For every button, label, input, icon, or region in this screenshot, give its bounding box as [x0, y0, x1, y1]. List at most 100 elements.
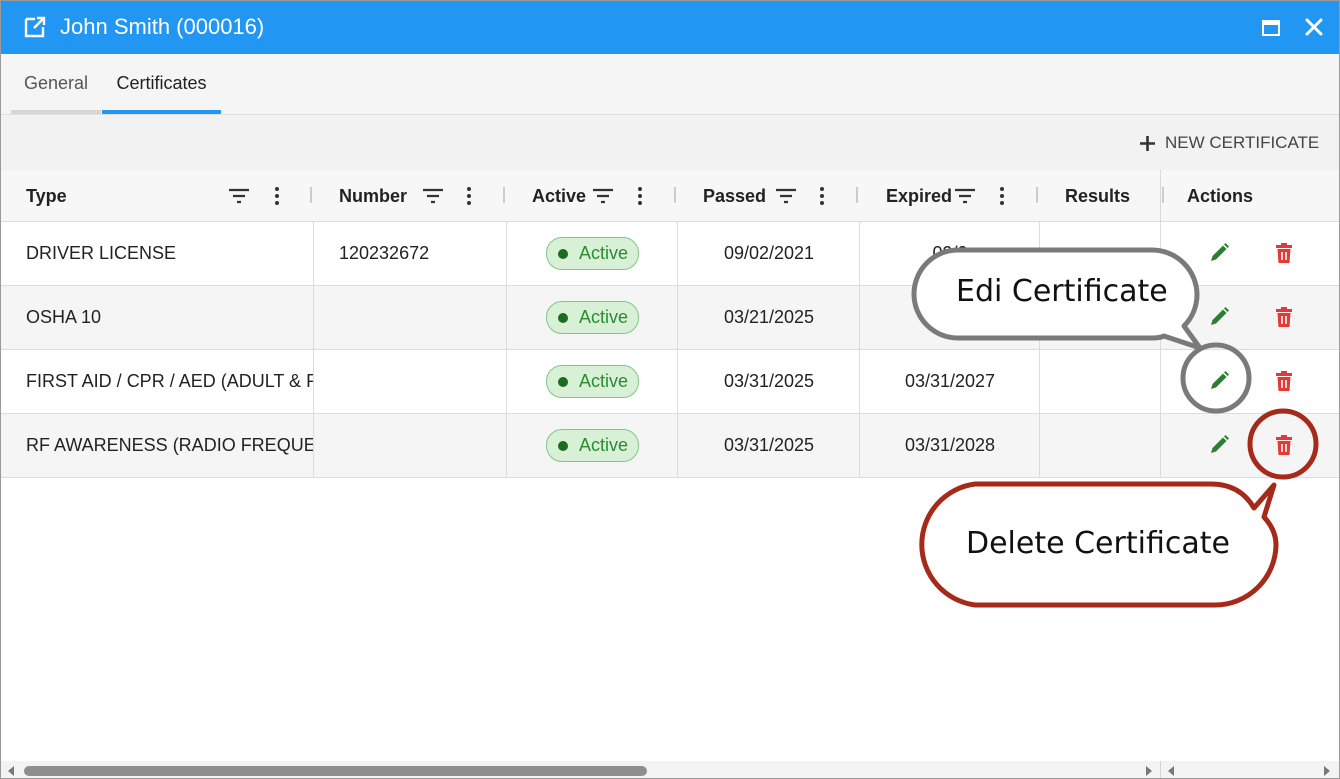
- scroll-left-icon[interactable]: [7, 766, 15, 776]
- new-certificate-button[interactable]: NEW CERTIFICATE: [1139, 131, 1319, 155]
- cell-type: RF AWARENESS (RADIO FREQUENC: [26, 435, 313, 455]
- cell-divider: [1160, 414, 1161, 477]
- column-header-actions: Actions: [1187, 186, 1254, 206]
- plus-icon: [1140, 135, 1155, 151]
- cell-divider: [859, 286, 860, 349]
- cell-divider: [506, 286, 507, 349]
- cell-divider: [677, 286, 678, 349]
- certificates-window: John Smith (000016) General Certificates…: [0, 0, 1340, 779]
- cell-expired: 03/31/2027: [904, 371, 996, 391]
- status-badge: Active: [546, 365, 639, 398]
- column-resize-handle[interactable]: [1162, 187, 1164, 203]
- tab-bar: General Certificates: [1, 54, 1339, 115]
- status-badge: Active: [546, 429, 639, 462]
- column-resize-handle[interactable]: [674, 187, 676, 203]
- cell-divider: [506, 350, 507, 413]
- horizontal-scrollbar[interactable]: [1, 761, 1339, 778]
- cell-results: [1040, 350, 1160, 413]
- column-resize-handle[interactable]: [503, 187, 505, 203]
- scroll-right-icon[interactable]: [1145, 766, 1153, 776]
- column-header-passed[interactable]: Passed: [703, 170, 766, 222]
- title-bar: John Smith (000016): [1, 1, 1339, 54]
- cell-divider: [677, 222, 678, 285]
- column-header-results[interactable]: Results: [1065, 170, 1130, 222]
- status-dot-icon: [558, 313, 568, 323]
- edit-certificate-button[interactable]: [1208, 306, 1230, 328]
- edit-certificate-button[interactable]: [1208, 242, 1230, 264]
- status-dot-icon: [558, 377, 568, 387]
- cell-divider: [859, 350, 860, 413]
- cell-results: [1040, 414, 1160, 477]
- cell-divider: [313, 222, 314, 285]
- column-resize-handle[interactable]: [1036, 187, 1038, 203]
- delete-certificate-button[interactable]: [1274, 242, 1294, 264]
- status-badge: Active: [546, 237, 639, 270]
- grid-header: Type Number Active Passed Expired Result…: [1, 170, 1339, 222]
- more-vertical-icon[interactable]: [464, 185, 474, 207]
- open-in-new-icon[interactable]: [23, 15, 47, 39]
- status-badge-label: Active: [579, 371, 629, 391]
- edit-certificate-button[interactable]: [1208, 434, 1230, 456]
- delete-certificate-button[interactable]: [1274, 306, 1294, 328]
- scroll-left-icon[interactable]: [1167, 766, 1175, 776]
- filter-icon[interactable]: [591, 185, 615, 207]
- cell-divider: [313, 286, 314, 349]
- column-header-type[interactable]: Type: [26, 170, 67, 222]
- more-vertical-icon[interactable]: [817, 185, 827, 207]
- cell-passed: 09/02/2021: [723, 243, 815, 263]
- new-certificate-label: NEW CERTIFICATE: [1165, 133, 1320, 152]
- delete-certificate-button[interactable]: [1274, 370, 1294, 392]
- filter-icon[interactable]: [774, 185, 798, 207]
- more-vertical-icon[interactable]: [997, 185, 1007, 207]
- table-row[interactable]: RF AWARENESS (RADIO FREQUENC Active 03/3…: [1, 414, 1339, 478]
- status-dot-icon: [558, 441, 568, 451]
- cell-type: FIRST AID / CPR / AED (ADULT & P: [26, 371, 313, 391]
- cell-passed: 03/31/2025: [723, 371, 815, 391]
- tab-certificates[interactable]: Certificates: [102, 54, 221, 114]
- delete-callout-text: Delete Certificate: [966, 526, 1230, 561]
- column-header-expired[interactable]: Expired: [886, 170, 952, 222]
- window-title: John Smith (000016): [60, 14, 265, 39]
- table-row[interactable]: FIRST AID / CPR / AED (ADULT & P Active …: [1, 350, 1339, 414]
- scrollbar-divider: [1160, 761, 1161, 778]
- more-vertical-icon[interactable]: [272, 185, 282, 207]
- cell-divider: [859, 222, 860, 285]
- cell-divider: [506, 222, 507, 285]
- pinned-column-divider: [1160, 170, 1161, 222]
- edit-certificate-button[interactable]: [1208, 370, 1230, 392]
- cell-number: 120232672: [339, 243, 430, 263]
- filter-icon[interactable]: [227, 185, 251, 207]
- maximize-icon[interactable]: [1260, 17, 1282, 39]
- status-badge-label: Active: [579, 435, 629, 455]
- filter-icon[interactable]: [953, 185, 977, 207]
- cell-divider: [313, 350, 314, 413]
- column-header-active[interactable]: Active: [532, 170, 586, 222]
- status-dot-icon: [558, 249, 568, 259]
- status-badge-label: Active: [579, 243, 629, 263]
- status-badge: Active: [546, 301, 639, 334]
- cell-divider: [677, 414, 678, 477]
- cell-number: [339, 414, 499, 477]
- tab-general[interactable]: General: [11, 54, 101, 114]
- status-badge-label: Active: [579, 307, 629, 327]
- column-resize-handle[interactable]: [310, 187, 312, 203]
- cell-divider: [313, 414, 314, 477]
- cell-type: DRIVER LICENSE: [26, 243, 177, 263]
- cell-divider: [506, 414, 507, 477]
- cell-passed: 03/21/2025: [723, 307, 815, 327]
- scroll-right-icon[interactable]: [1323, 766, 1331, 776]
- column-header-number[interactable]: Number: [339, 170, 407, 222]
- edit-callout-text: Edi Certificate: [956, 274, 1168, 309]
- scrollbar-thumb[interactable]: [24, 766, 647, 776]
- filter-icon[interactable]: [421, 185, 445, 207]
- delete-certificate-button[interactable]: [1274, 434, 1294, 456]
- cell-passed: 03/31/2025: [723, 435, 815, 455]
- column-resize-handle[interactable]: [856, 187, 858, 203]
- cell-number: [339, 350, 499, 413]
- more-vertical-icon[interactable]: [635, 185, 645, 207]
- grid-toolbar: NEW CERTIFICATE: [1, 115, 1339, 170]
- close-icon[interactable]: [1303, 16, 1325, 38]
- cell-divider: [677, 350, 678, 413]
- cell-divider: [1160, 350, 1161, 413]
- cell-divider: [859, 414, 860, 477]
